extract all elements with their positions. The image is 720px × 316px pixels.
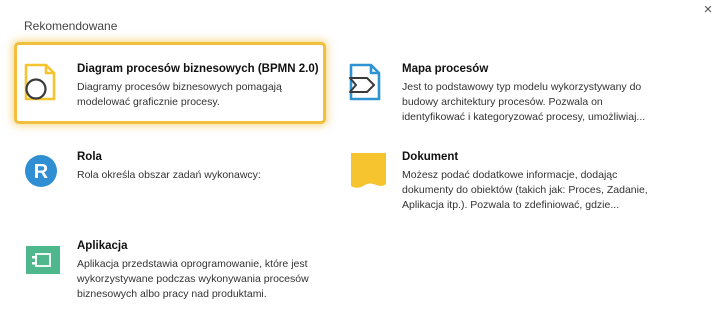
section-title: Rekomendowane (24, 19, 118, 33)
card-title: Aplikacja (77, 240, 128, 252)
role-icon-letter: R (34, 161, 49, 183)
card-title: Dokument (402, 151, 459, 163)
card-description: Aplikacja przedstawia oprogramowanie, kt… (77, 258, 309, 300)
process-map-icon (349, 63, 387, 103)
card-bpmn[interactable]: Diagram procesów biznesowych (BPMN 2.0) … (24, 63, 324, 139)
card-description: Rola określa obszar zadań wykonawcy: (77, 169, 261, 181)
card-description: Jest to podstawowy typ modelu wykorzysty… (402, 81, 646, 123)
card-title: Rola (77, 151, 102, 163)
card-application[interactable]: Aplikacja Aplikacja przedstawia oprogram… (24, 240, 324, 316)
card-description: Możesz podać dodatkowe informacje, dodaj… (402, 169, 648, 211)
recommended-panel: Rekomendowane × Diagram procesów bizneso… (0, 0, 720, 300)
close-icon[interactable]: × (699, 1, 717, 19)
card-description: Diagramy procesów biznesowych pomagają m… (77, 81, 282, 108)
document-icon (349, 151, 387, 191)
role-icon: R (24, 151, 62, 191)
card-document[interactable]: Dokument Możesz podać dodatkowe informac… (349, 151, 649, 227)
card-title: Diagram procesów biznesowych (BPMN 2.0) (77, 63, 319, 75)
card-role[interactable]: R Rola Rola określa obszar zadań wykonaw… (24, 151, 324, 227)
application-icon (24, 240, 62, 280)
bpmn-diagram-icon (24, 63, 62, 103)
card-title: Mapa procesów (402, 63, 489, 75)
card-process-map[interactable]: Mapa procesów Jest to podstawowy typ mod… (349, 63, 649, 139)
